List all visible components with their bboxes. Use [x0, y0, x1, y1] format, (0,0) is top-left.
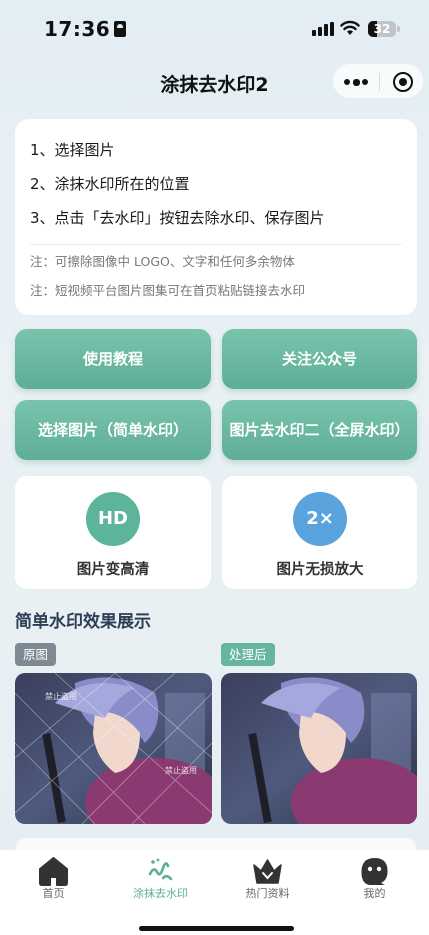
hd-enhance-card[interactable]: HD 图片变高清 — [15, 476, 211, 589]
brush-icon — [148, 858, 173, 881]
more-icon[interactable] — [344, 75, 368, 89]
divider — [30, 244, 402, 245]
battery-level: 32 — [373, 22, 391, 36]
note-2: 注：短视频平台图片图集可在首页粘贴链接去水印 — [30, 283, 306, 298]
close-miniprogram-icon[interactable] — [393, 72, 413, 92]
tab-profile[interactable]: 我的 — [321, 850, 429, 910]
clock-text: 17:36 — [44, 17, 111, 41]
focus-mode-icon — [114, 21, 127, 37]
profile-icon — [361, 858, 388, 885]
instructions-card: 1、选择图片 2、涂抹水印所在的位置 3、点击「去水印」按钮去除水印、保存图片 … — [15, 119, 417, 315]
miniprogram-capsule — [332, 63, 424, 99]
tab-remove-watermark[interactable]: 涂抹去水印 — [107, 850, 214, 910]
upscale-card[interactable]: 2× 图片无损放大 — [222, 476, 417, 589]
crown-icon — [253, 859, 282, 884]
follow-account-button[interactable]: 关注公众号 — [222, 329, 417, 389]
status-bar: 17:36 32 — [0, 0, 429, 58]
signal-icon — [312, 22, 334, 36]
hd-icon: HD — [86, 492, 140, 546]
tutorial-button[interactable]: 使用教程 — [15, 329, 211, 389]
upscale-label: 图片无损放大 — [276, 562, 364, 578]
tab-hot-resources[interactable]: 热门资料 — [214, 850, 321, 910]
tab-label: 涂抹去水印 — [133, 887, 188, 900]
status-time: 17:36 — [44, 17, 127, 41]
original-tag: 原图 — [15, 643, 57, 666]
home-icon — [39, 857, 68, 886]
tab-bar: 首页 涂抹去水印 热门资料 我的 — [0, 850, 429, 935]
demo-section-title: 简单水印效果展示 — [15, 612, 151, 632]
original-image[interactable]: 禁止盗用 禁止盗用 — [15, 673, 212, 824]
tab-home[interactable]: 首页 — [0, 850, 107, 910]
processed-image[interactable] — [221, 673, 417, 824]
upscale-icon: 2× — [293, 492, 347, 546]
note-1: 注：可擦除图像中 LOGO、文字和任何多余物体 — [30, 254, 295, 269]
watermark-text: 禁止盗用 — [165, 765, 197, 775]
step-3: 3、点击「去水印」按钮去除水印、保存图片 — [30, 209, 325, 227]
tab-label: 我的 — [363, 887, 386, 900]
battery-icon: 32 — [368, 21, 396, 37]
tab-label: 首页 — [42, 887, 65, 900]
step-1: 1、选择图片 — [30, 141, 115, 159]
tab-label: 热门资料 — [245, 887, 290, 900]
remove-full-watermark-button[interactable]: 图片去水印二（全屏水印） — [222, 400, 417, 460]
step-2: 2、涂抹水印所在的位置 — [30, 175, 190, 193]
processed-tag: 处理后 — [221, 643, 275, 666]
wifi-icon — [340, 20, 360, 35]
home-indicator — [139, 926, 294, 931]
watermark-text: 禁止盗用 — [45, 691, 77, 701]
select-image-simple-button[interactable]: 选择图片（简单水印） — [15, 400, 211, 460]
hd-label: 图片变高清 — [76, 562, 150, 578]
